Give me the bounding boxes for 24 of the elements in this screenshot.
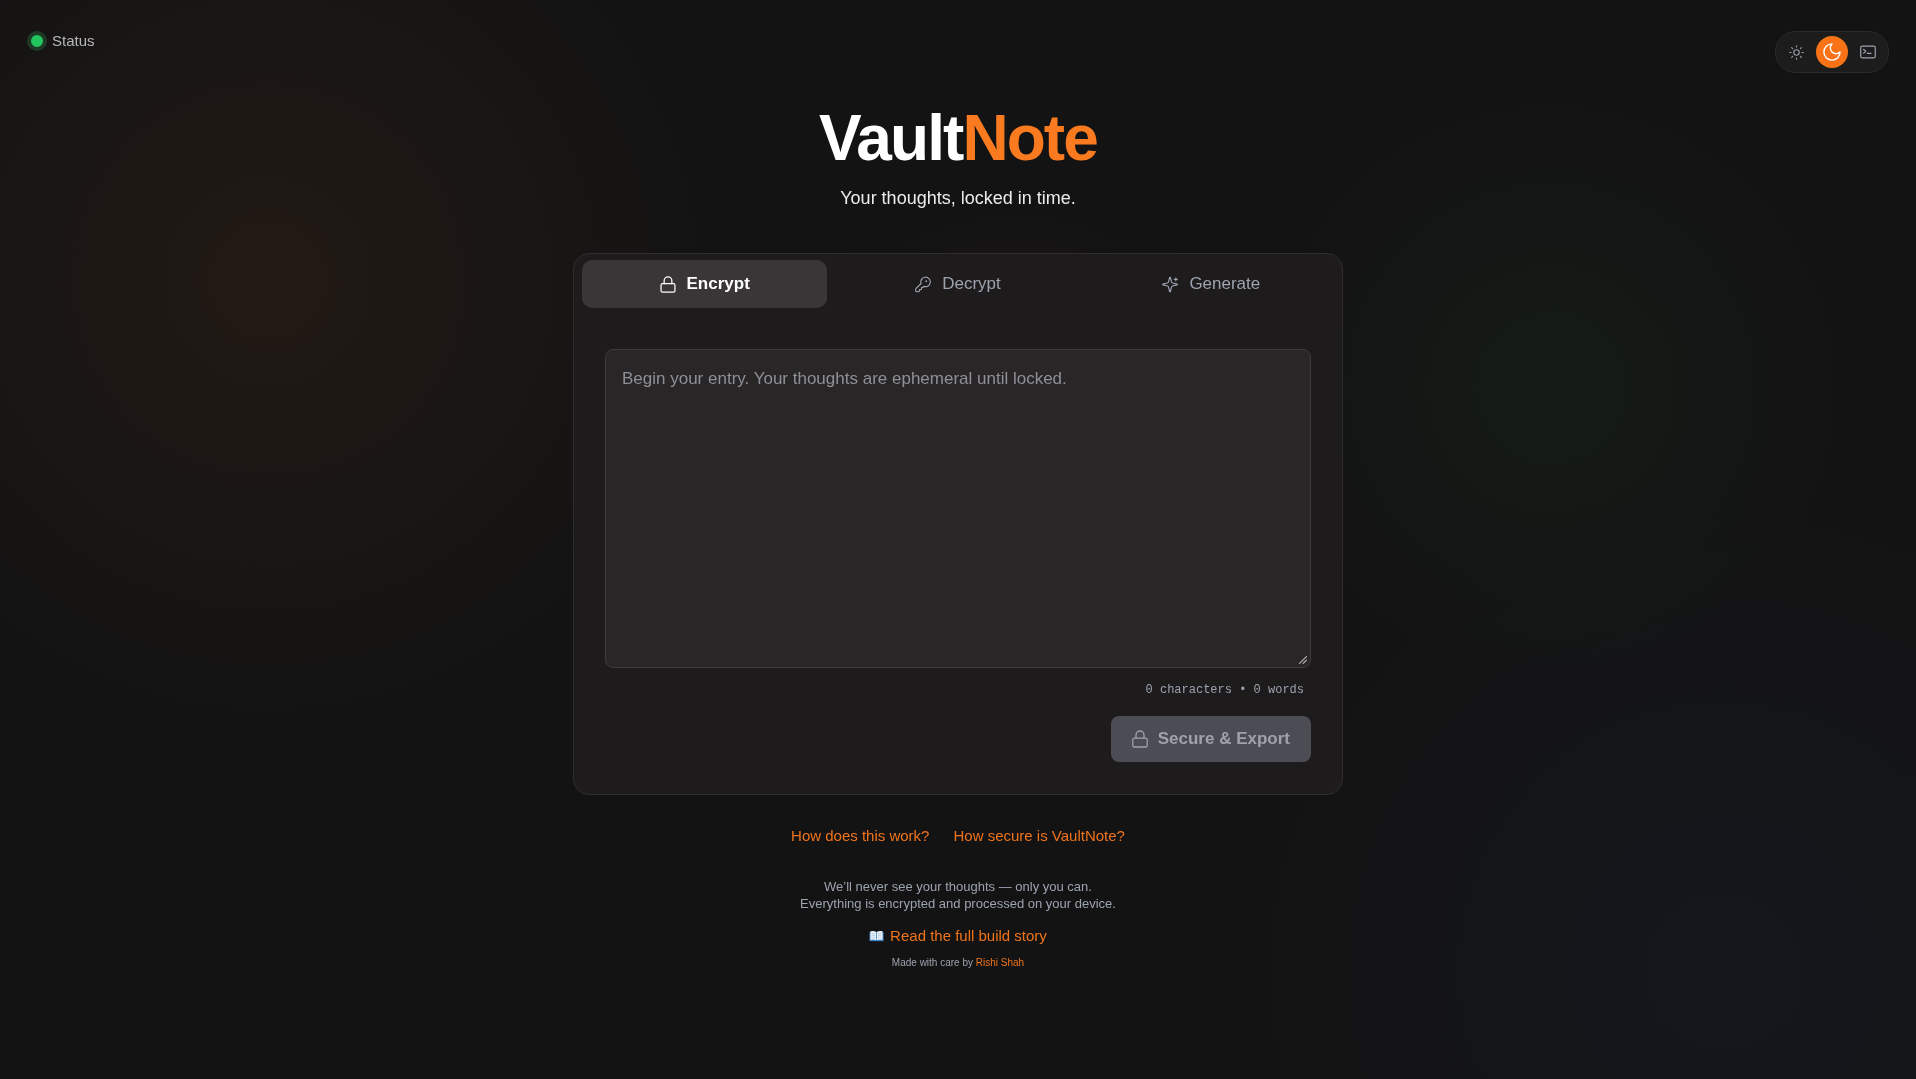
- moon-icon: [1823, 43, 1841, 61]
- privacy-notice: We’ll never see your thoughts — only you can. Everything is encrypted and processed on your device.: [800, 878, 1116, 912]
- book-icon: [869, 930, 885, 942]
- tab[interactable]: Generate: [1088, 260, 1334, 308]
- author-link[interactable]: Rishi Shah: [975, 957, 1025, 968]
- lock-icon: [1131, 730, 1148, 748]
- entry-textarea[interactable]: Begin your entry. Your thoughts are ephemeral until locked.: [605, 349, 1311, 668]
- app-title: VaultNote: [819, 106, 1097, 170]
- character-counter: 0 characters • 0 words: [1145, 682, 1304, 698]
- help-link[interactable]: How secure is VaultNote?: [953, 826, 1125, 846]
- tab[interactable]: Encrypt: [582, 260, 828, 308]
- sun-icon: [1788, 44, 1804, 60]
- status-link[interactable]: Status: [27, 31, 95, 51]
- lock-icon: [659, 275, 676, 293]
- help-link[interactable]: How does this work?: [791, 826, 930, 846]
- tab[interactable]: Decrypt: [835, 260, 1081, 308]
- terminal-icon: [1860, 45, 1876, 59]
- subtitle: Your thoughts, locked in time.: [840, 187, 1076, 210]
- resize-grip-icon[interactable]: [1299, 656, 1307, 664]
- story-link[interactable]: Read the full build story: [869, 926, 1047, 946]
- key-icon: [915, 275, 932, 293]
- sparkles-icon: [1162, 275, 1179, 293]
- theme-button[interactable]: [1816, 36, 1848, 68]
- credit-text: Made with care by Rishi Shah: [891, 956, 1025, 970]
